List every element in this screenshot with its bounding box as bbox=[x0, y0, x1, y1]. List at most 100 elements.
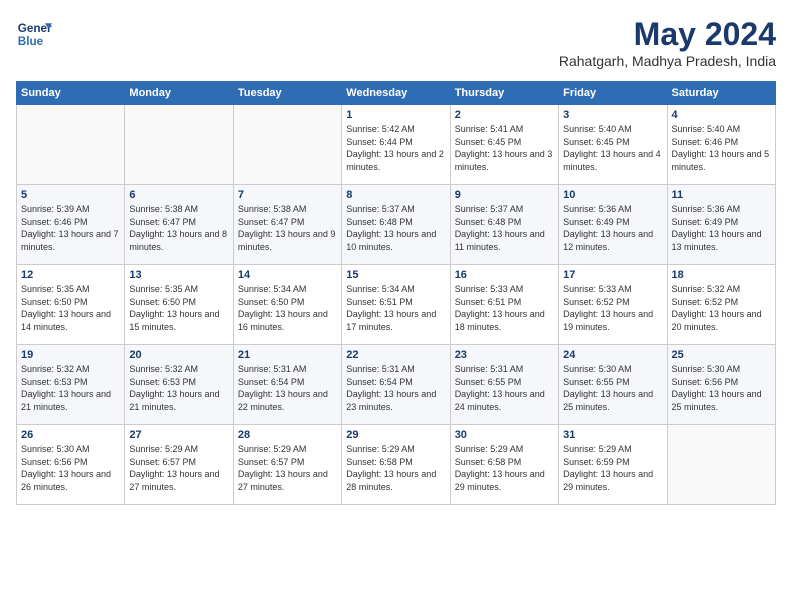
calendar-cell: 16Sunrise: 5:33 AMSunset: 6:51 PMDayligh… bbox=[450, 265, 558, 345]
cell-info: Sunrise: 5:29 AM bbox=[455, 443, 554, 456]
cell-info: Sunrise: 5:34 AM bbox=[346, 283, 445, 296]
calendar-cell: 7Sunrise: 5:38 AMSunset: 6:47 PMDaylight… bbox=[233, 185, 341, 265]
cell-info: Daylight: 13 hours and 28 minutes. bbox=[346, 468, 445, 493]
cell-info: Sunset: 6:52 PM bbox=[672, 296, 771, 309]
cell-info: Sunrise: 5:30 AM bbox=[21, 443, 120, 456]
day-number: 2 bbox=[455, 109, 554, 121]
calendar-week-row: 5Sunrise: 5:39 AMSunset: 6:46 PMDaylight… bbox=[17, 185, 776, 265]
cell-info: Sunset: 6:55 PM bbox=[563, 376, 662, 389]
cell-info: Sunrise: 5:33 AM bbox=[455, 283, 554, 296]
cell-info: Sunrise: 5:31 AM bbox=[455, 363, 554, 376]
title-block: May 2024 Rahatgarh, Madhya Pradesh, Indi… bbox=[559, 16, 776, 69]
day-number: 29 bbox=[346, 429, 445, 441]
cell-info: Daylight: 13 hours and 17 minutes. bbox=[346, 308, 445, 333]
cell-info: Daylight: 13 hours and 13 minutes. bbox=[672, 228, 771, 253]
cell-info: Sunset: 6:45 PM bbox=[563, 136, 662, 149]
cell-info: Sunrise: 5:32 AM bbox=[21, 363, 120, 376]
cell-info: Sunset: 6:47 PM bbox=[238, 216, 337, 229]
cell-info: Sunrise: 5:32 AM bbox=[672, 283, 771, 296]
calendar-cell bbox=[233, 105, 341, 185]
cell-info: Sunrise: 5:38 AM bbox=[238, 203, 337, 216]
cell-info: Daylight: 13 hours and 21 minutes. bbox=[129, 388, 228, 413]
cell-info: Sunset: 6:50 PM bbox=[238, 296, 337, 309]
calendar-cell: 4 Sunrise: 5:40 AMSunset: 6:46 PMDaylight… bbox=[667, 105, 775, 185]
cell-info: Sunrise: 5:35 AM bbox=[129, 283, 228, 296]
calendar-cell: 21Sunrise: 5:31 AMSunset: 6:54 PMDayligh… bbox=[233, 345, 341, 425]
cell-info: Sunrise: 5:37 AM bbox=[455, 203, 554, 216]
cell-info: Sunrise: 5:30 AM bbox=[563, 363, 662, 376]
calendar-cell: 23Sunrise: 5:31 AMSunset: 6:55 PMDayligh… bbox=[450, 345, 558, 425]
cell-info: Sunrise: 5:40 AM bbox=[672, 123, 771, 136]
day-of-week-header: Thursday bbox=[450, 82, 558, 105]
day-number: 26 bbox=[21, 429, 120, 441]
calendar-cell: 31Sunrise: 5:29 AMSunset: 6:59 PMDayligh… bbox=[559, 425, 667, 505]
day-number: 5 bbox=[21, 189, 120, 201]
cell-info: Daylight: 13 hours and 27 minutes. bbox=[238, 468, 337, 493]
cell-info: Sunset: 6:48 PM bbox=[346, 216, 445, 229]
logo: General Blue bbox=[16, 16, 52, 52]
cell-info: Daylight: 13 hours and 9 minutes. bbox=[238, 228, 337, 253]
day-number: 12 bbox=[21, 269, 120, 281]
calendar-cell: 26Sunrise: 5:30 AMSunset: 6:56 PMDayligh… bbox=[17, 425, 125, 505]
month-year: May 2024 bbox=[559, 16, 776, 53]
day-number: 4 bbox=[672, 109, 771, 121]
day-number: 20 bbox=[129, 349, 228, 361]
day-number: 28 bbox=[238, 429, 337, 441]
cell-info: Sunset: 6:51 PM bbox=[346, 296, 445, 309]
day-number: 3 bbox=[563, 109, 662, 121]
cell-info: Daylight: 13 hours and 15 minutes. bbox=[129, 308, 228, 333]
cell-info: Sunrise: 5:35 AM bbox=[21, 283, 120, 296]
calendar-week-row: 19Sunrise: 5:32 AMSunset: 6:53 PMDayligh… bbox=[17, 345, 776, 425]
calendar-week-row: 26Sunrise: 5:30 AMSunset: 6:56 PMDayligh… bbox=[17, 425, 776, 505]
calendar-cell: 11Sunrise: 5:36 AMSunset: 6:49 PMDayligh… bbox=[667, 185, 775, 265]
calendar-cell: 3Sunrise: 5:40 AMSunset: 6:45 PMDaylight… bbox=[559, 105, 667, 185]
day-number: 19 bbox=[21, 349, 120, 361]
calendar-cell: 13Sunrise: 5:35 AMSunset: 6:50 PMDayligh… bbox=[125, 265, 233, 345]
calendar-header-row: SundayMondayTuesdayWednesdayThursdayFrid… bbox=[17, 82, 776, 105]
day-number: 22 bbox=[346, 349, 445, 361]
cell-info: Sunset: 6:58 PM bbox=[346, 456, 445, 469]
cell-info: Sunset: 6:55 PM bbox=[455, 376, 554, 389]
cell-info: Sunset: 6:46 PM bbox=[21, 216, 120, 229]
cell-info: Daylight: 13 hours and 12 minutes. bbox=[563, 228, 662, 253]
cell-info: Daylight: 13 hours and 5 minutes. bbox=[672, 148, 771, 173]
cell-info: Sunrise: 5:37 AM bbox=[346, 203, 445, 216]
cell-info: Sunrise: 5:31 AM bbox=[346, 363, 445, 376]
cell-info: Sunset: 6:52 PM bbox=[563, 296, 662, 309]
calendar-cell: 5Sunrise: 5:39 AMSunset: 6:46 PMDaylight… bbox=[17, 185, 125, 265]
cell-info: Daylight: 13 hours and 18 minutes. bbox=[455, 308, 554, 333]
cell-info: Daylight: 13 hours and 21 minutes. bbox=[21, 388, 120, 413]
day-of-week-header: Sunday bbox=[17, 82, 125, 105]
cell-info: Sunset: 6:57 PM bbox=[129, 456, 228, 469]
day-number: 10 bbox=[563, 189, 662, 201]
cell-info: Sunset: 6:46 PM bbox=[672, 136, 771, 149]
calendar-cell: 8Sunrise: 5:37 AMSunset: 6:48 PMDaylight… bbox=[342, 185, 450, 265]
cell-info: Sunset: 6:49 PM bbox=[563, 216, 662, 229]
cell-info: Daylight: 13 hours and 8 minutes. bbox=[129, 228, 228, 253]
cell-info: Sunrise: 5:34 AM bbox=[238, 283, 337, 296]
cell-info: Sunset: 6:58 PM bbox=[455, 456, 554, 469]
day-number: 6 bbox=[129, 189, 228, 201]
calendar-cell: 14Sunrise: 5:34 AMSunset: 6:50 PMDayligh… bbox=[233, 265, 341, 345]
day-number: 23 bbox=[455, 349, 554, 361]
cell-info: Daylight: 13 hours and 19 minutes. bbox=[563, 308, 662, 333]
cell-info: Sunrise: 5:42 AM bbox=[346, 123, 445, 136]
calendar-cell: 12Sunrise: 5:35 AMSunset: 6:50 PMDayligh… bbox=[17, 265, 125, 345]
cell-info: Sunset: 6:53 PM bbox=[129, 376, 228, 389]
cell-info: Daylight: 13 hours and 7 minutes. bbox=[21, 228, 120, 253]
cell-info: Sunset: 6:59 PM bbox=[563, 456, 662, 469]
day-number: 27 bbox=[129, 429, 228, 441]
cell-info: Daylight: 13 hours and 10 minutes. bbox=[346, 228, 445, 253]
day-number: 21 bbox=[238, 349, 337, 361]
calendar-cell: 19Sunrise: 5:32 AMSunset: 6:53 PMDayligh… bbox=[17, 345, 125, 425]
calendar-cell: 17Sunrise: 5:33 AMSunset: 6:52 PMDayligh… bbox=[559, 265, 667, 345]
cell-info: Sunrise: 5:29 AM bbox=[563, 443, 662, 456]
day-number: 18 bbox=[672, 269, 771, 281]
calendar-table: SundayMondayTuesdayWednesdayThursdayFrid… bbox=[16, 81, 776, 505]
day-number: 15 bbox=[346, 269, 445, 281]
day-number: 11 bbox=[672, 189, 771, 201]
day-number: 30 bbox=[455, 429, 554, 441]
day-number: 16 bbox=[455, 269, 554, 281]
calendar-cell: 20Sunrise: 5:32 AMSunset: 6:53 PMDayligh… bbox=[125, 345, 233, 425]
location: Rahatgarh, Madhya Pradesh, India bbox=[559, 53, 776, 69]
